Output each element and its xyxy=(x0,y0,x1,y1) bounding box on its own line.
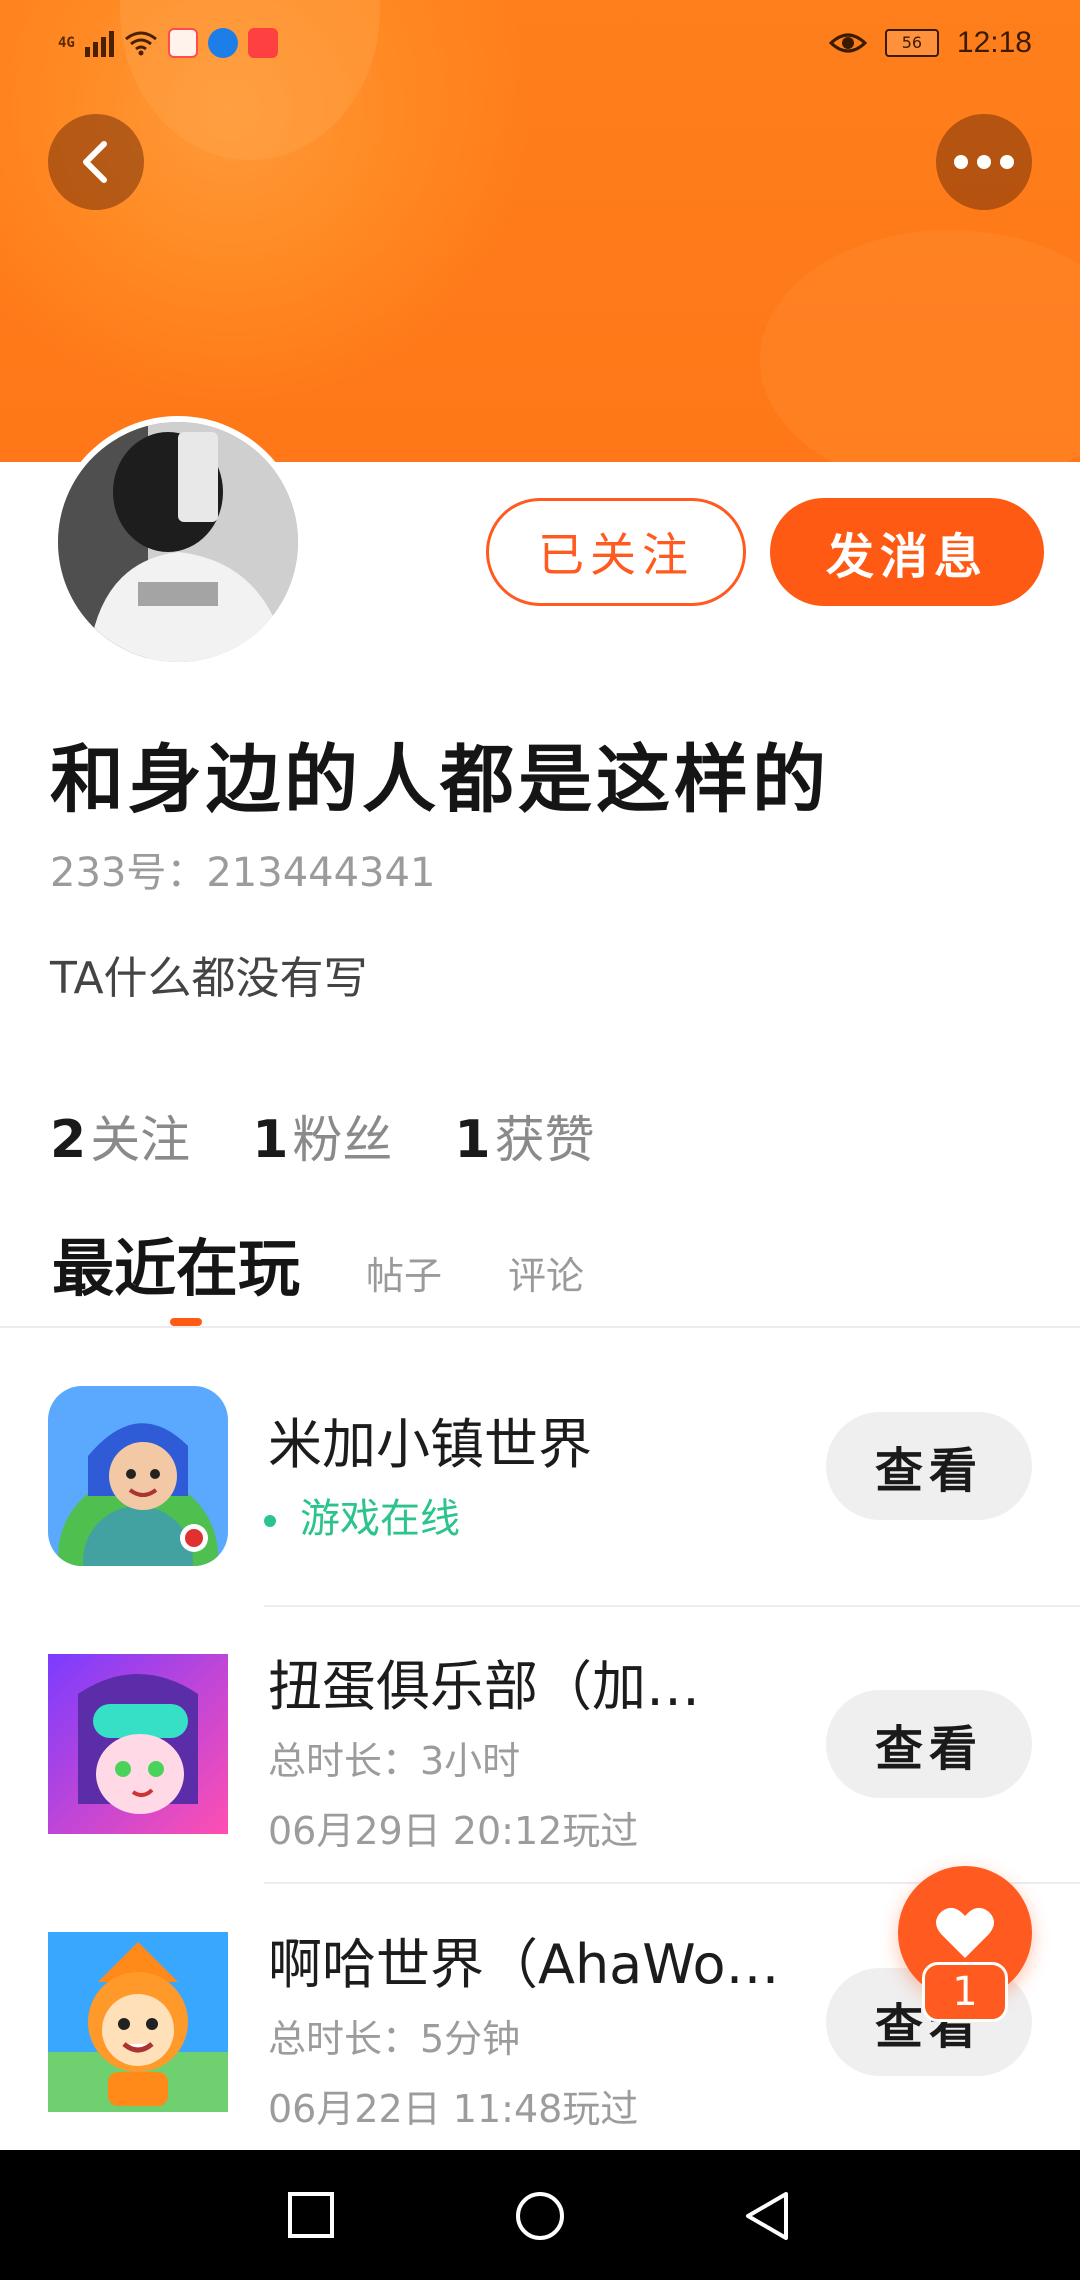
more-dots-icon xyxy=(954,155,1014,169)
eye-icon xyxy=(828,33,867,53)
banner-glow xyxy=(760,230,1080,462)
total-duration: 总时长：5分钟 xyxy=(268,2017,521,2061)
home-icon[interactable] xyxy=(514,2190,566,2242)
stat-fans[interactable]: 1粉丝 xyxy=(252,1100,392,1172)
total-duration: 总时长：3小时 xyxy=(268,1739,521,1783)
last-played: 06月29日 20:12玩过 xyxy=(268,1809,639,1853)
profile-tabs: 最近在玩 帖子 评论 xyxy=(52,1218,584,1318)
divider xyxy=(264,1605,1080,1607)
game-icon xyxy=(48,1654,228,1834)
chevron-left-icon xyxy=(83,141,107,183)
more-options-button[interactable] xyxy=(936,114,1032,210)
profile-stats: 2关注 1粉丝 1获赞 xyxy=(50,1100,595,1172)
system-nav-bar xyxy=(0,2150,1080,2280)
stat-number: 1 xyxy=(252,1110,289,1170)
profile-banner: 4G 56 12:18 xyxy=(0,0,1080,462)
huawei-app-icon xyxy=(247,28,278,58)
profile-uid: 233号：213444341 xyxy=(50,850,436,896)
heart-icon xyxy=(936,1907,994,1958)
profile-bio: TA什么都没有写 xyxy=(50,953,368,1004)
divider xyxy=(0,1326,1080,1328)
game-title: 扭蛋俱乐部（加… xyxy=(268,1655,700,1718)
list-item[interactable]: 米加小镇世界 游戏在线 查看 xyxy=(0,1360,1080,1636)
list-item[interactable]: 扭蛋俱乐部（加… 总时长：3小时 06月29日 20:12玩过 查看 xyxy=(0,1620,1080,1896)
browser-app-icon xyxy=(207,28,238,58)
profile-nickname: 和身边的人都是这样的 xyxy=(50,737,830,823)
stat-likes[interactable]: 1获赞 xyxy=(454,1100,594,1172)
avatar[interactable] xyxy=(52,416,304,668)
back-nav-icon[interactable] xyxy=(742,2190,792,2242)
send-message-button[interactable]: 发消息 xyxy=(770,498,1044,606)
online-status: 游戏在线 xyxy=(264,1486,460,1544)
network-type: 4G xyxy=(58,35,75,51)
game-title: 米加小镇世界 xyxy=(268,1413,592,1476)
wifi-icon xyxy=(124,31,157,56)
active-tab-indicator xyxy=(170,1318,202,1326)
book-app-icon xyxy=(167,28,198,58)
tab-recently-played[interactable]: 最近在玩 xyxy=(52,1218,300,1318)
followed-button[interactable]: 已关注 xyxy=(486,498,746,606)
stat-number: 1 xyxy=(454,1110,491,1170)
stat-label: 关注 xyxy=(90,1111,191,1169)
stat-following[interactable]: 2关注 xyxy=(50,1100,190,1172)
back-button[interactable] xyxy=(48,114,144,210)
avatar-image xyxy=(58,422,298,662)
game-title: 啊哈世界（AhaWo… xyxy=(268,1933,780,1996)
like-count-badge: 1 xyxy=(922,1962,1008,2022)
last-played: 06月22日 11:48玩过 xyxy=(268,2087,639,2131)
game-icon xyxy=(48,1932,228,2112)
battery-indicator: 56 xyxy=(884,29,939,57)
tab-comments[interactable]: 评论 xyxy=(508,1245,584,1318)
online-dot-icon xyxy=(264,1515,276,1527)
game-icon xyxy=(48,1386,228,1566)
status-bar: 4G 56 12:18 xyxy=(0,22,1080,68)
view-button[interactable]: 查看 xyxy=(826,1690,1032,1798)
stat-label: 粉丝 xyxy=(292,1111,393,1169)
online-status-label: 游戏在线 xyxy=(300,1496,460,1542)
clock: 12:18 xyxy=(956,26,1032,59)
recent-apps-icon[interactable] xyxy=(286,2190,336,2240)
view-button[interactable]: 查看 xyxy=(826,1412,1032,1520)
tab-posts[interactable]: 帖子 xyxy=(366,1245,442,1318)
stat-label: 获赞 xyxy=(494,1111,595,1169)
signal-icon xyxy=(84,29,114,57)
stat-number: 2 xyxy=(50,1110,87,1170)
